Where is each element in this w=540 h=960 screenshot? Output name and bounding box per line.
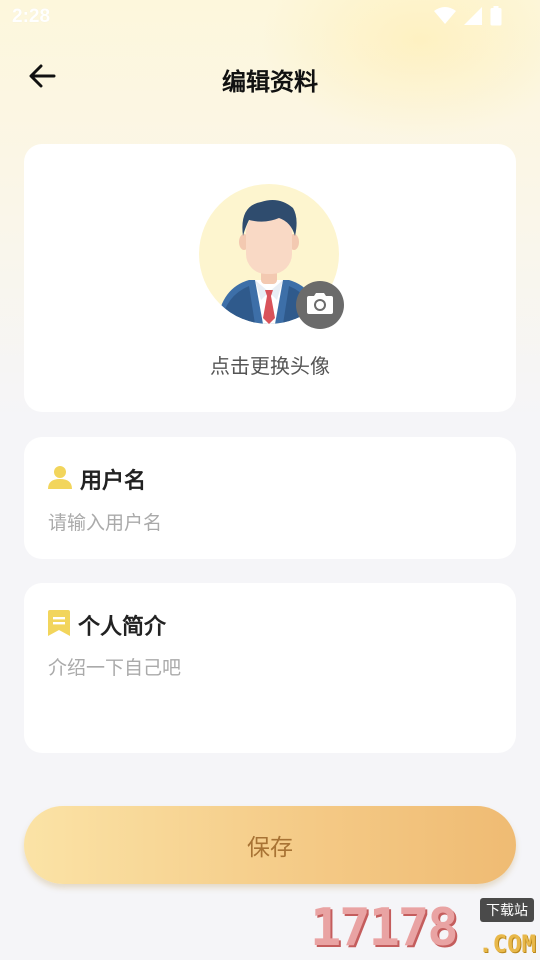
- battery-icon: [490, 6, 502, 26]
- header: 编辑资料: [0, 52, 540, 104]
- save-button[interactable]: 保存: [24, 806, 516, 884]
- status-icons: [434, 6, 502, 26]
- username-card: 用户名: [24, 437, 516, 559]
- username-input[interactable]: [48, 507, 488, 539]
- status-bar: 2:28: [0, 0, 540, 36]
- site-watermark: 17178 下载站 .COM: [310, 896, 536, 960]
- page-title: 编辑资料: [222, 68, 318, 96]
- watermark-suffix: .COM: [478, 930, 536, 958]
- bio-label-row: 个人简介: [48, 609, 166, 641]
- status-time: 2:28: [12, 6, 51, 27]
- user-icon: [48, 465, 72, 493]
- change-avatar-button[interactable]: [296, 281, 344, 329]
- bio-textarea[interactable]: [48, 653, 488, 733]
- camera-icon: [307, 292, 333, 318]
- bookmark-icon: [48, 610, 70, 640]
- username-label: 用户名: [80, 469, 147, 494]
- bio-card: 个人简介: [24, 583, 516, 753]
- watermark-site-label: 下载站: [480, 898, 534, 922]
- avatar-picker[interactable]: [199, 184, 344, 329]
- watermark-number: 17178: [310, 898, 459, 958]
- avatar-card: 点击更换头像: [24, 144, 516, 412]
- signal-icon: [464, 7, 482, 25]
- avatar-hint: 点击更换头像: [210, 354, 330, 378]
- username-label-row: 用户名: [48, 463, 146, 495]
- bio-label: 个人简介: [78, 615, 167, 640]
- wifi-icon: [434, 7, 456, 25]
